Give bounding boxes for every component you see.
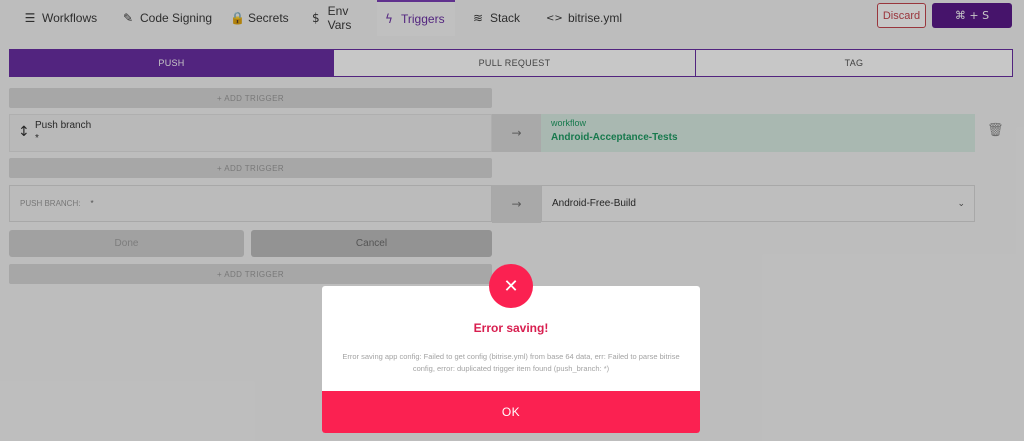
close-icon: ✕ xyxy=(489,264,533,308)
modal-message: Error saving app config: Failed to get c… xyxy=(342,352,680,373)
ok-button[interactable]: OK xyxy=(322,391,700,433)
modal-title: Error saving! xyxy=(473,321,549,335)
error-modal: Error saving! Error saving app config: F… xyxy=(322,286,700,433)
